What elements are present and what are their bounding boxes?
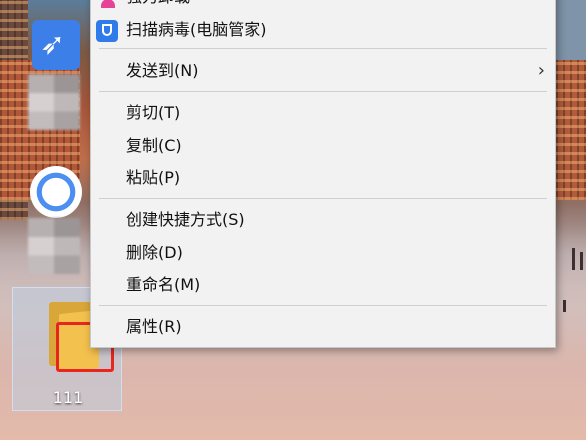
- shield-icon: [95, 20, 118, 42]
- folder-label: 111: [52, 388, 84, 407]
- menu-item-scan-virus[interactable]: 扫描病毒(电脑管家): [91, 14, 555, 46]
- menu-item-label: 粘贴(P): [126, 168, 181, 187]
- menu-item-label: 删除(D): [126, 243, 183, 262]
- chevron-right-icon: ›: [537, 60, 545, 81]
- menu-item-cut[interactable]: 剪切(T): [91, 97, 555, 129]
- menu-item-label: 创建快捷方式(S): [126, 210, 245, 229]
- wallpaper-pylon: [572, 248, 575, 270]
- menu-item-send-to[interactable]: 发送到(N) ›: [91, 55, 555, 87]
- menu-item-label: 强力卸载: [126, 0, 190, 13]
- app-circle-icon[interactable]: [30, 166, 82, 218]
- menu-item-label: 发送到(N): [126, 61, 199, 80]
- menu-item-properties[interactable]: 属性(R): [91, 311, 555, 343]
- menu-item-delete[interactable]: 删除(D): [91, 237, 555, 269]
- menu-item-paste[interactable]: 粘贴(P): [91, 162, 555, 194]
- wallpaper-building: [556, 0, 586, 60]
- blurred-icon[interactable]: [28, 218, 80, 274]
- menu-separator: [99, 198, 547, 199]
- context-menu: 强力卸载 扫描病毒(电脑管家) 发送到(N) › 剪切(T) 复制(C) 粘贴(…: [90, 0, 556, 348]
- menu-item-create-shortcut[interactable]: 创建快捷方式(S): [91, 204, 555, 236]
- wallpaper-pylon: [563, 300, 566, 312]
- menu-item-uninstall[interactable]: 强力卸载: [91, 0, 555, 13]
- desktop-background: ➶ 111 强力卸载 扫描病毒(电脑管家) 发送到(N) › 剪切(T) 复制(…: [0, 0, 586, 440]
- bird-icon: ➶: [40, 27, 66, 62]
- app-desktop-icon[interactable]: ➶: [32, 20, 80, 70]
- menu-item-copy[interactable]: 复制(C): [91, 130, 555, 162]
- wallpaper-building: [556, 60, 586, 200]
- pink-person-icon: [95, 0, 117, 8]
- menu-separator: [99, 91, 547, 92]
- menu-separator: [99, 48, 547, 49]
- menu-item-label: 剪切(T): [126, 103, 181, 122]
- menu-item-label: 扫描病毒(电脑管家): [126, 20, 267, 39]
- menu-separator: [99, 305, 547, 306]
- blurred-icon[interactable]: [28, 74, 80, 130]
- wallpaper-pylon: [580, 252, 583, 270]
- menu-item-label: 复制(C): [126, 136, 182, 155]
- menu-item-label: 重命名(M): [126, 275, 201, 294]
- menu-item-rename[interactable]: 重命名(M): [91, 269, 555, 301]
- menu-item-label: 属性(R): [126, 317, 182, 336]
